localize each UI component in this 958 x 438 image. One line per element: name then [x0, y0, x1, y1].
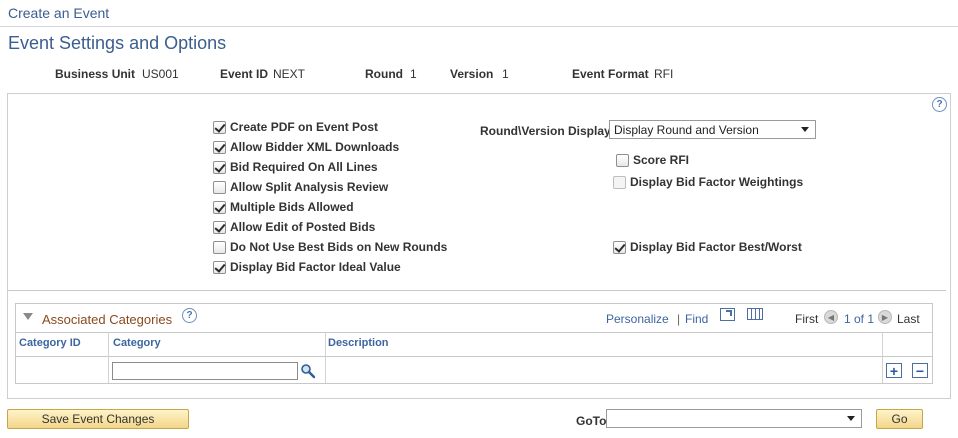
option-display-weightings[interactable]: Display Bid Factor Weightings: [613, 174, 803, 190]
round-value: 1: [410, 67, 417, 81]
display-best-worst-checkbox[interactable]: [613, 240, 626, 254]
display-ideal-value-label: Display Bid Factor Ideal Value: [230, 260, 401, 274]
round-version-display-select[interactable]: Display Round and Version: [609, 120, 816, 139]
chevron-down-icon: [801, 127, 809, 132]
associated-categories-grid: Associated Categories ? Personalize | Fi…: [15, 303, 933, 384]
option-allow-xml-downloads[interactable]: Allow Bidder XML Downloads: [213, 139, 447, 155]
allow-split-analysis-checkbox[interactable]: [213, 180, 226, 194]
goto-select[interactable]: [606, 409, 862, 428]
first-label: First: [795, 312, 819, 326]
no-best-bids-checkbox[interactable]: [213, 240, 226, 254]
option-create-pdf[interactable]: Create PDF on Event Post: [213, 119, 447, 135]
breadcrumb-create-an-event[interactable]: Create an Event: [8, 5, 109, 21]
save-event-changes-button[interactable]: Save Event Changes: [7, 409, 189, 429]
category-input[interactable]: [112, 362, 298, 380]
display-weightings-label: Display Bid Factor Weightings: [630, 175, 804, 189]
col-divider-3: [882, 332, 883, 383]
event-id-value: NEXT: [273, 67, 306, 81]
option-allow-edit-posted-bids[interactable]: Allow Edit of Posted Bids: [213, 219, 447, 235]
create-pdf-label: Create PDF on Event Post: [230, 120, 379, 134]
page-title: Event Settings and Options: [8, 33, 227, 53]
col-header-description[interactable]: Description: [328, 337, 389, 349]
allow-xml-downloads-checkbox[interactable]: [213, 140, 226, 154]
display-best-worst-label: Display Bid Factor Best/Worst: [630, 240, 802, 254]
remove-row-button[interactable]: −: [912, 363, 928, 378]
help-icon[interactable]: ?: [932, 97, 947, 112]
section-divider: [8, 290, 946, 291]
col-header-category[interactable]: Category: [113, 337, 161, 349]
chevron-down-icon: [847, 416, 855, 421]
goto-label: GoTo: [576, 414, 607, 428]
round-version-display-label: Round\Version Display: [480, 124, 611, 138]
multiple-bids-label: Multiple Bids Allowed: [230, 200, 354, 214]
col-divider-2: [325, 332, 326, 383]
display-weightings-checkbox[interactable]: [613, 175, 626, 189]
bid-required-all-lines-checkbox[interactable]: [213, 160, 226, 174]
left-options: Create PDF on Event Post Allow Bidder XM…: [213, 119, 447, 275]
find-link[interactable]: Find: [685, 312, 708, 326]
no-best-bids-label: Do Not Use Best Bids on New Rounds: [230, 240, 448, 254]
create-pdf-checkbox[interactable]: [213, 120, 226, 134]
grid-title: Associated Categories: [42, 312, 173, 327]
allow-split-analysis-label: Allow Split Analysis Review: [230, 180, 389, 194]
multiple-bids-checkbox[interactable]: [213, 200, 226, 214]
personalize-link[interactable]: Personalize: [606, 312, 669, 326]
view-all-icon[interactable]: [720, 308, 735, 321]
option-score-rfi[interactable]: Score RFI: [616, 152, 689, 168]
col-divider-1: [108, 332, 109, 383]
version-label: Version: [450, 67, 494, 81]
option-bid-required-all-lines[interactable]: Bid Required On All Lines: [213, 159, 447, 175]
separator: |: [677, 312, 681, 326]
grid-header-top-border: [16, 332, 932, 333]
last-label: Last: [897, 312, 920, 326]
business-unit-label: Business Unit: [55, 67, 136, 81]
add-row-button[interactable]: +: [886, 363, 902, 378]
col-header-category-id[interactable]: Category ID: [19, 337, 81, 349]
next-arrow-icon[interactable]: ▶: [878, 310, 892, 324]
allow-xml-downloads-label: Allow Bidder XML Downloads: [230, 140, 400, 154]
round-version-display-value: Display Round and Version: [614, 122, 759, 137]
download-grid-icon[interactable]: [747, 308, 763, 320]
option-allow-split-analysis[interactable]: Allow Split Analysis Review: [213, 179, 447, 195]
allow-edit-posted-bids-checkbox[interactable]: [213, 220, 226, 234]
option-no-best-bids[interactable]: Do Not Use Best Bids on New Rounds: [213, 239, 447, 255]
prev-arrow-icon[interactable]: ◀: [824, 310, 838, 324]
collapse-triangle-icon[interactable]: [23, 313, 33, 320]
allow-edit-posted-bids-label: Allow Edit of Posted Bids: [230, 220, 376, 234]
score-rfi-label: Score RFI: [633, 153, 690, 167]
go-button[interactable]: Go: [876, 409, 923, 429]
score-rfi-checkbox[interactable]: [616, 153, 629, 167]
option-display-ideal-value[interactable]: Display Bid Factor Ideal Value: [213, 259, 447, 275]
event-format-value: RFI: [654, 67, 674, 81]
option-multiple-bids[interactable]: Multiple Bids Allowed: [213, 199, 447, 215]
event-format-label: Event Format: [572, 67, 649, 81]
event-id-label: Event ID: [220, 67, 269, 81]
business-unit-value: US001: [142, 67, 179, 81]
bid-required-all-lines-label: Bid Required On All Lines: [230, 160, 378, 174]
version-value: 1: [502, 67, 509, 81]
display-ideal-value-checkbox[interactable]: [213, 260, 226, 274]
row-count: 1 of 1: [844, 312, 875, 326]
round-label: Round: [365, 67, 403, 81]
breadcrumb-divider: [0, 26, 958, 27]
grid-header-bottom-border: [16, 356, 932, 357]
option-display-best-worst[interactable]: Display Bid Factor Best/Worst: [613, 239, 802, 255]
grid-help-icon[interactable]: ?: [182, 308, 197, 323]
search-icon[interactable]: [300, 363, 316, 379]
